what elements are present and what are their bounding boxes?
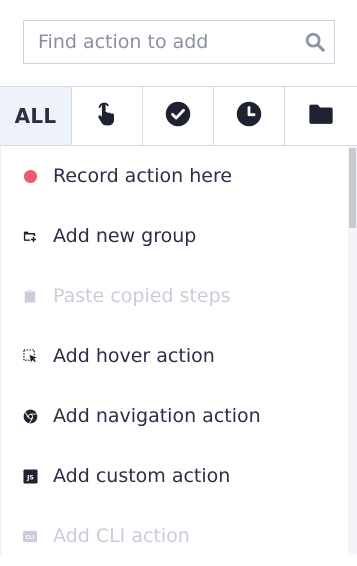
action-list: Record action here Add new group Paste c… <box>0 146 357 555</box>
action-add-hover[interactable]: Add hover action <box>0 326 340 386</box>
action-paste-steps: Paste copied steps <box>0 266 340 326</box>
tap-hand-icon <box>93 100 121 132</box>
action-record-here[interactable]: Record action here <box>0 146 340 206</box>
tab-waits[interactable] <box>214 87 285 145</box>
search-box <box>23 20 335 64</box>
record-dot-icon <box>22 168 38 184</box>
action-add-group[interactable]: Add new group <box>0 206 340 266</box>
action-label: Add hover action <box>53 345 215 367</box>
tab-assertions[interactable] <box>143 87 214 145</box>
tab-all-label: ALL <box>14 104 57 128</box>
tab-groups[interactable] <box>285 87 357 145</box>
hover-cursor-icon <box>22 348 38 364</box>
tab-all[interactable]: ALL <box>0 87 72 145</box>
folder-icon <box>307 100 335 132</box>
action-label: Paste copied steps <box>53 285 231 307</box>
cli-icon: CLI <box>22 528 38 544</box>
clipboard-icon <box>22 288 38 304</box>
js-icon: JS <box>22 468 38 484</box>
action-label: Record action here <box>53 165 233 187</box>
action-label: Add navigation action <box>53 405 261 427</box>
check-circle-icon <box>164 100 192 132</box>
svg-text:JS: JS <box>26 474 34 481</box>
action-label: Add custom action <box>53 465 231 487</box>
clock-icon <box>235 100 263 132</box>
action-label: Add CLI action <box>53 525 190 547</box>
browser-icon <box>22 408 38 424</box>
action-add-cli: CLI Add CLI action <box>0 506 340 566</box>
add-folder-icon <box>22 228 38 244</box>
action-add-custom[interactable]: JS Add custom action <box>0 446 340 506</box>
action-add-navigation[interactable]: Add navigation action <box>0 386 340 446</box>
action-label: Add new group <box>53 225 197 247</box>
filter-tab-bar: ALL <box>0 86 357 146</box>
tab-interactions[interactable] <box>72 87 143 145</box>
svg-text:CLI: CLI <box>26 534 35 540</box>
search-input[interactable] <box>24 21 308 63</box>
search-icon[interactable] <box>304 31 326 53</box>
scrollbar[interactable] <box>348 146 357 555</box>
scrollbar-thumb[interactable] <box>349 148 356 228</box>
